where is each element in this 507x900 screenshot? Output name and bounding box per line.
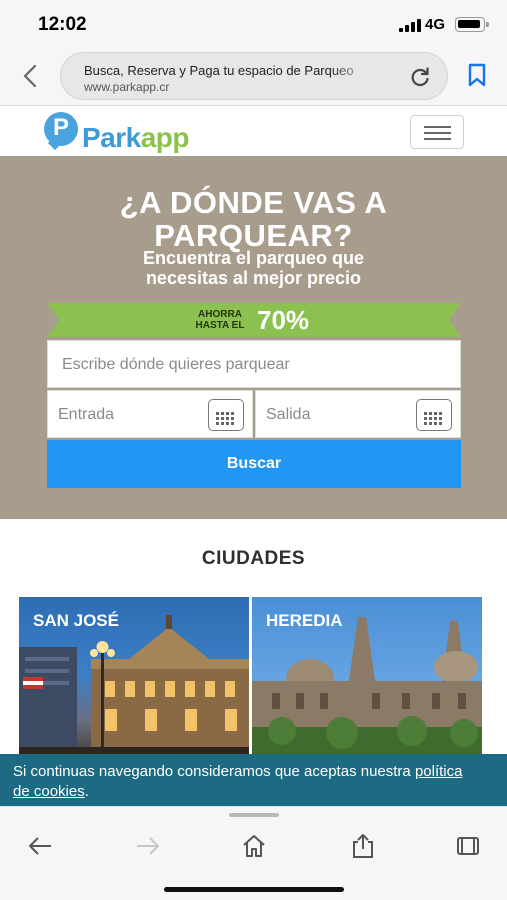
search-button[interactable]: Buscar xyxy=(47,440,461,488)
entry-date-field[interactable]: Entrada xyxy=(47,390,253,438)
city-card-san-jose[interactable]: SAN JOSÉ xyxy=(19,597,249,767)
status-time: 12:02 xyxy=(38,14,87,35)
cookie-text-end: . xyxy=(84,783,89,800)
battery-icon xyxy=(455,17,489,32)
tabs-icon[interactable] xyxy=(454,833,482,859)
share-icon[interactable] xyxy=(349,833,377,859)
hamburger-menu-button[interactable] xyxy=(410,115,464,149)
browser-address-bar: Busca, Reserva y Paga tu espacio de Parq… xyxy=(0,48,507,106)
browser-page: 12:02 4G Busca, Reserva y Paga tu espaci… xyxy=(0,0,507,900)
hero-subtitle: Encuentra el parqueo que necesitas al me… xyxy=(0,248,507,288)
browser-toolbar xyxy=(0,806,507,900)
status-bar: 12:02 4G xyxy=(0,0,507,48)
city-card-heredia[interactable]: HEREDIA xyxy=(252,597,482,767)
calendar-icon[interactable] xyxy=(208,399,244,431)
hero-subtitle-text: Encuentra el parqueo que necesitas al me… xyxy=(142,248,365,288)
search-placeholder: Escribe dónde quieres parquear xyxy=(62,356,290,373)
search-button-label: Buscar xyxy=(226,455,282,472)
cookie-text: Si continuas navegando consideramos que … xyxy=(13,763,415,780)
logo-park: Park xyxy=(82,122,141,153)
network-type: 4G xyxy=(425,16,446,33)
promo-percent: 70% xyxy=(257,305,310,335)
forward-arrow-icon[interactable] xyxy=(134,833,162,859)
hamburger-icon xyxy=(424,126,451,128)
address-field[interactable]: Busca, Reserva y Paga tu espacio de Parq… xyxy=(60,52,448,100)
drag-handle[interactable] xyxy=(229,813,279,817)
hero-title-text: ¿A DÓNDE VAS A PARQUEAR? xyxy=(119,185,388,253)
logo-app: app xyxy=(140,122,190,153)
reload-icon[interactable] xyxy=(409,66,431,88)
cookie-message: Si continuas navegando consideramos que … xyxy=(13,762,483,802)
logo-mark-letter: P xyxy=(52,114,69,141)
parkapp-logo[interactable]: P Parkapp xyxy=(44,110,214,156)
logo-text: Parkapp xyxy=(82,122,190,154)
hero-section: ¿A DÓNDE VAS A PARQUEAR? Encuentra el pa… xyxy=(0,156,507,519)
calendar-icon[interactable] xyxy=(416,399,452,431)
back-icon[interactable] xyxy=(18,62,44,90)
exit-placeholder: Salida xyxy=(266,406,311,423)
home-icon[interactable] xyxy=(240,833,268,859)
city-name: SAN JOSÉ xyxy=(33,611,119,630)
back-arrow-icon[interactable] xyxy=(27,833,55,859)
page-title: Busca, Reserva y Paga tu espacio de Parq… xyxy=(84,63,354,78)
exit-date-field[interactable]: Salida xyxy=(255,390,461,438)
bookmark-icon[interactable] xyxy=(466,63,488,87)
home-indicator[interactable] xyxy=(164,887,344,892)
site-header: P Parkapp xyxy=(0,106,507,156)
destination-search-input[interactable]: Escribe dónde quieres parquear xyxy=(47,340,461,388)
promo-banner: AHORRA HASTA EL 70% xyxy=(47,303,461,337)
cookie-banner: Si continuas navegando consideramos que … xyxy=(0,754,507,806)
city-name: HEREDIA xyxy=(266,611,343,630)
cities-heading: CIUDADES xyxy=(201,548,306,569)
page-url: www.parkapp.cr xyxy=(84,80,170,94)
entry-placeholder: Entrada xyxy=(58,406,115,423)
signal-icon xyxy=(399,18,421,32)
promo-small-text: AHORRA HASTA EL xyxy=(195,309,245,331)
hero-title: ¿A DÓNDE VAS A PARQUEAR? xyxy=(0,186,507,252)
